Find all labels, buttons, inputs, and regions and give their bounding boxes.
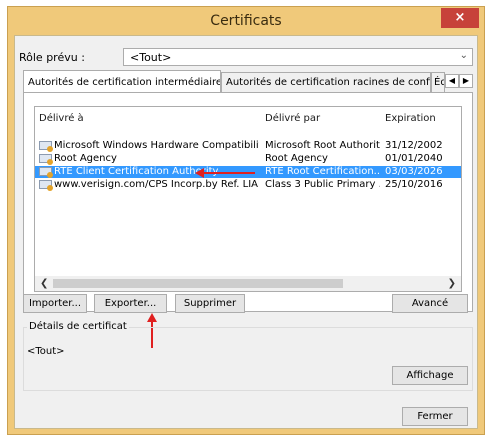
table-row[interactable]: Root Agency Root Agency 01/01/2040 — [35, 153, 461, 165]
window-title: Certificats — [210, 13, 282, 29]
title-bar: Certificats × — [8, 7, 484, 35]
horizontal-scrollbar[interactable]: ❮ ❯ — [35, 276, 461, 291]
tab-trusted-root-authorities[interactable]: Autorités de certification racines de co… — [221, 72, 431, 92]
cell-issued-by: Root Agency — [265, 153, 328, 164]
annotation-arrow-line — [203, 172, 255, 174]
tab-intermediate-authorities[interactable]: Autorités de certification intermédiaire… — [23, 70, 221, 92]
cell-issued-by: RTE Root Certification... — [265, 166, 380, 177]
scroll-left-icon[interactable]: ❮ — [40, 278, 48, 289]
purpose-value: <Tout> — [130, 51, 172, 64]
cell-issued-by: Class 3 Public Primary ... — [265, 179, 380, 190]
view-button[interactable]: Affichage — [392, 366, 468, 385]
details-value: <Tout> — [27, 346, 65, 357]
cell-issued-to: Microsoft Windows Hardware Compatibility — [54, 140, 259, 151]
column-header-expiration[interactable]: Expiration — [385, 113, 436, 124]
certificates-window: Certificats × Rôle prévu : <Tout> ⌄ Auto… — [7, 6, 485, 435]
certificate-icon — [39, 167, 53, 178]
annotation-arrow-head-icon — [195, 168, 204, 178]
tab-label: Éd — [434, 77, 444, 88]
dialog-body: Rôle prévu : <Tout> ⌄ Autorités de certi… — [14, 35, 478, 429]
purpose-label: Rôle prévu : — [19, 51, 85, 64]
scrollbar-thumb[interactable] — [53, 279, 343, 288]
details-title: Détails de certificat — [27, 321, 129, 332]
certificate-icon — [39, 180, 53, 191]
tab-label: Autorités de certification intermédiaire… — [28, 77, 221, 88]
tab-scroll-right-icon[interactable]: ▶ — [459, 74, 473, 88]
cell-expiration: 31/12/2002 — [385, 140, 443, 151]
certificate-list[interactable]: Délivré à Délivré par Expiration Microso… — [34, 106, 462, 292]
scroll-right-icon[interactable]: ❯ — [448, 278, 456, 289]
tab-scroll-left-icon[interactable]: ◀ — [445, 74, 459, 88]
cell-expiration: 03/03/2026 — [385, 166, 443, 177]
certificate-icon — [39, 154, 53, 165]
close-window-button[interactable]: × — [441, 8, 479, 28]
tab-publishers[interactable]: Éd — [431, 72, 445, 92]
chevron-down-icon: ⌄ — [459, 50, 468, 61]
import-button[interactable]: Importer... — [23, 294, 87, 313]
table-row[interactable]: www.verisign.com/CPS Incorp.by Ref. LIAB… — [35, 179, 461, 191]
remove-button[interactable]: Supprimer — [175, 294, 245, 313]
cell-issued-to: www.verisign.com/CPS Incorp.by Ref. LIAB… — [54, 179, 259, 190]
tab-panel: Délivré à Délivré par Expiration Microso… — [23, 92, 473, 312]
cell-issued-by: Microsoft Root Authority — [265, 140, 380, 151]
table-row[interactable]: Microsoft Windows Hardware Compatibility… — [35, 140, 461, 152]
purpose-select[interactable]: <Tout> ⌄ — [123, 48, 473, 66]
column-header-issued-to[interactable]: Délivré à — [39, 113, 84, 124]
cell-issued-to: Root Agency — [54, 153, 117, 164]
cell-expiration: 01/01/2040 — [385, 153, 443, 164]
column-header-issued-by[interactable]: Délivré par — [265, 113, 320, 124]
tab-label: Autorités de certification racines de co… — [226, 77, 430, 88]
certificate-icon — [39, 141, 53, 152]
tab-strip: Autorités de certification intermédiaire… — [23, 70, 473, 92]
advanced-button[interactable]: Avancé — [392, 294, 468, 313]
cell-expiration: 25/10/2016 — [385, 179, 443, 190]
export-button[interactable]: Exporter... — [94, 294, 167, 313]
close-button[interactable]: Fermer — [402, 407, 468, 426]
